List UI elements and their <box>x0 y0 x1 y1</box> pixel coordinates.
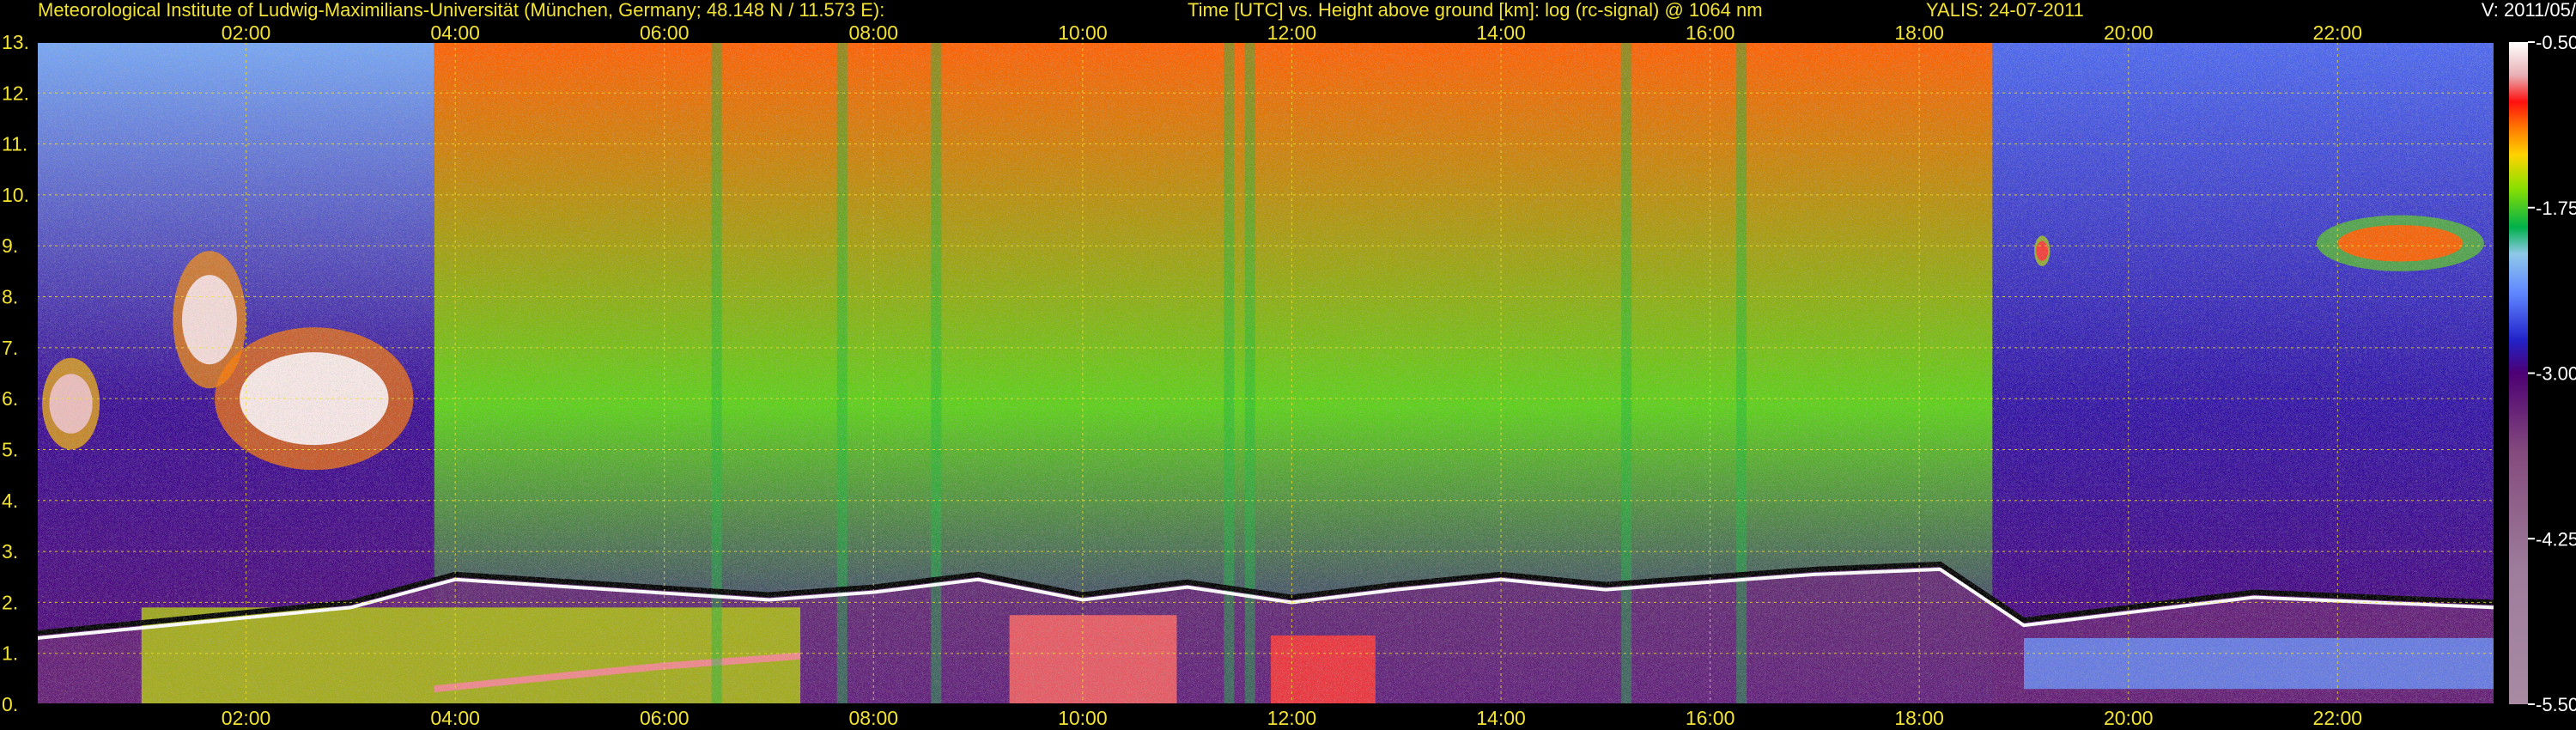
x-tick-label-bottom: 22:00 <box>2313 707 2363 729</box>
colorbar-tick-label: -0.50 <box>2536 32 2576 53</box>
y-tick-label: 2. <box>2 591 18 613</box>
y-tick-label: 4. <box>2 490 18 512</box>
y-tick-label: 10. <box>2 184 29 206</box>
y-tick-label: 13. <box>2 31 29 53</box>
y-tick-label: 3. <box>2 540 18 563</box>
y-tick-label: 11. <box>2 133 27 155</box>
colorbar-tick-label: -3.00 <box>2536 363 2576 385</box>
x-tick-label-bottom: 10:00 <box>1058 707 1108 729</box>
y-tick-label: 0. <box>2 693 18 715</box>
lidar-chart: 0. 1. 2. 3. 4. 5. 6. 7. 8. 9. 10. 11. 12. 13. 02:00 04… <box>2 21 2576 729</box>
x-tick-label-top: 02:00 <box>222 21 271 44</box>
y-tick-label: 7. <box>2 337 18 359</box>
y-tick-label: 8. <box>2 286 18 308</box>
y-axis: 0. 1. 2. 3. 4. 5. 6. 7. 8. 9. 10. 11. 12. 13. <box>2 31 29 715</box>
y-tick-label: 9. <box>2 234 18 257</box>
y-tick-label: 6. <box>2 387 18 410</box>
x-tick-label-top: 22:00 <box>2313 21 2363 44</box>
colorbar-tick-label: -1.75 <box>2536 198 2576 219</box>
colorbar-axis: -0.50 -1.75 -3.00 -4.25 -5.50 <box>2528 32 2576 715</box>
x-tick-label-top: 18:00 <box>1894 21 1944 44</box>
colorbar-tick-label: -5.50 <box>2536 694 2576 715</box>
colorbar <box>2509 42 2528 704</box>
x-axis-top: 02:00 04:00 06:00 08:00 10:00 12:00 14:00 16:00… <box>222 21 2362 44</box>
x-axis-bottom: 02:00 04:00 06:00 08:00 10:00 12:00 14:00 16:00… <box>222 707 2362 729</box>
x-tick-label-bottom: 06:00 <box>640 707 690 729</box>
y-tick-label: 12. <box>2 82 29 104</box>
x-tick-label-top: 20:00 <box>2104 21 2154 44</box>
x-tick-label-top: 14:00 <box>1476 21 1526 44</box>
x-tick-label-top: 16:00 <box>1686 21 1735 44</box>
x-tick-label-bottom: 02:00 <box>222 707 271 729</box>
x-tick-label-bottom: 12:00 <box>1267 707 1317 729</box>
x-tick-label-top: 08:00 <box>849 21 899 44</box>
x-tick-label-bottom: 08:00 <box>849 707 899 729</box>
x-tick-label-bottom: 18:00 <box>1894 707 1944 729</box>
y-tick-label: 1. <box>2 642 18 665</box>
x-tick-label-top: 06:00 <box>640 21 690 44</box>
signal-noise-overlay <box>37 42 2494 704</box>
y-tick-label: 5. <box>2 438 18 460</box>
x-tick-label-bottom: 14:00 <box>1476 707 1526 729</box>
x-tick-label-top: 04:00 <box>430 21 480 44</box>
x-tick-label-top: 12:00 <box>1267 21 1317 44</box>
x-tick-label-bottom: 04:00 <box>430 707 480 729</box>
x-tick-label-bottom: 16:00 <box>1686 707 1735 729</box>
colorbar-tick-label: -4.25 <box>2536 528 2576 550</box>
x-tick-label-top: 10:00 <box>1058 21 1108 44</box>
x-tick-label-bottom: 20:00 <box>2104 707 2154 729</box>
